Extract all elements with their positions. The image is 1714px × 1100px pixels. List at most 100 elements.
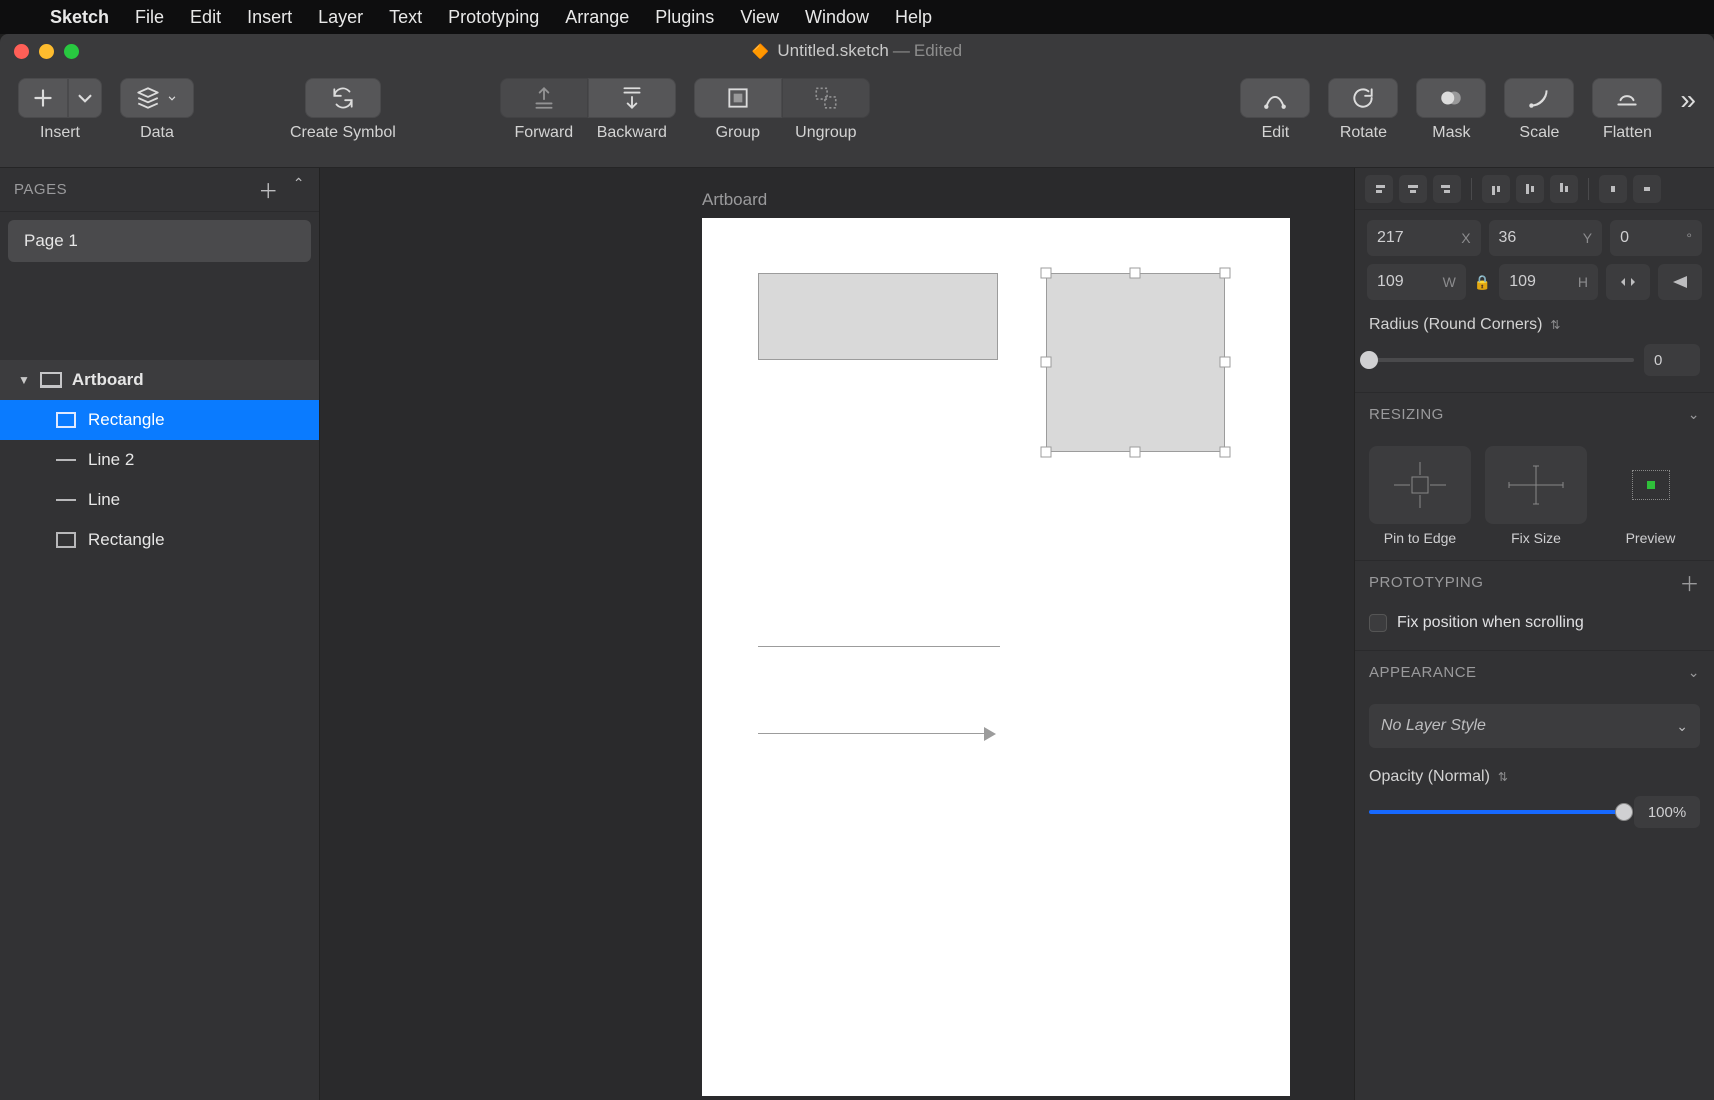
selection-handle[interactable] — [1130, 447, 1141, 458]
layer-row[interactable]: Rectangle — [0, 400, 319, 440]
menu-insert[interactable]: Insert — [247, 7, 292, 28]
menu-window[interactable]: Window — [805, 7, 869, 28]
mask-button[interactable] — [1416, 78, 1486, 118]
selection-handle[interactable] — [1220, 357, 1231, 368]
opacity-slider[interactable] — [1369, 810, 1624, 814]
selection-handle[interactable] — [1220, 268, 1231, 279]
radius-value-field[interactable]: 0 — [1644, 344, 1700, 376]
insert-button[interactable] — [18, 78, 68, 118]
layer-style-select[interactable]: No Layer Style ⌄ — [1369, 704, 1700, 748]
distribute-h-button[interactable] — [1599, 175, 1627, 203]
fix-size-button[interactable] — [1485, 446, 1587, 524]
selection-handle[interactable] — [1130, 268, 1141, 279]
align-left-button[interactable] — [1365, 175, 1393, 203]
layer-row[interactable]: Line — [0, 480, 319, 520]
minimize-window-button[interactable] — [39, 44, 54, 59]
menu-layer[interactable]: Layer — [318, 7, 363, 28]
chevron-down-icon — [72, 85, 98, 111]
layer-row[interactable]: Rectangle — [0, 520, 319, 560]
flip-horizontal-button[interactable] — [1606, 264, 1650, 300]
menu-text[interactable]: Text — [389, 7, 422, 28]
flip-vertical-button[interactable] — [1658, 264, 1702, 300]
stepper-icon[interactable]: ⇅ — [1498, 770, 1508, 784]
appearance-header-label: APPEARANCE — [1369, 664, 1477, 681]
lock-aspect-button[interactable]: 🔒 — [1474, 274, 1491, 291]
add-page-button[interactable]: ＋ — [258, 175, 279, 204]
align-right-button[interactable] — [1433, 175, 1461, 203]
canvas-line[interactable] — [758, 646, 1000, 647]
menu-help[interactable]: Help — [895, 7, 932, 28]
close-window-button[interactable] — [14, 44, 29, 59]
selection-handle[interactable] — [1041, 268, 1052, 279]
align-hcenter-button[interactable] — [1399, 175, 1427, 203]
selection-handle[interactable] — [1041, 447, 1052, 458]
position-y-field[interactable]: 36Y — [1489, 220, 1603, 256]
position-x-field[interactable]: 217X — [1367, 220, 1481, 256]
ungroup-icon — [813, 85, 839, 111]
flatten-button[interactable] — [1592, 78, 1662, 118]
align-vcenter-button[interactable] — [1516, 175, 1544, 203]
group-button[interactable] — [694, 78, 782, 118]
layer-row[interactable]: Line 2 — [0, 440, 319, 480]
mask-icon — [1438, 85, 1464, 111]
artboard-canvas-label[interactable]: Artboard — [702, 190, 767, 210]
zoom-window-button[interactable] — [64, 44, 79, 59]
window-controls — [0, 44, 79, 59]
canvas[interactable]: Artboard — [320, 168, 1354, 1100]
chevron-down-icon[interactable]: ⌄ — [1688, 406, 1700, 423]
width-field[interactable]: 109 W — [1367, 264, 1466, 300]
distribute-v-button[interactable] — [1633, 175, 1661, 203]
rotation-value: 0 — [1620, 229, 1629, 247]
w-label: W — [1443, 274, 1456, 290]
selection-handle[interactable] — [1220, 447, 1231, 458]
slider-thumb[interactable] — [1615, 803, 1633, 821]
canvas-selected-rectangle[interactable] — [1046, 273, 1225, 452]
scale-button[interactable] — [1504, 78, 1574, 118]
disclosure-triangle-icon[interactable]: ▼ — [18, 373, 30, 387]
align-top-button[interactable] — [1482, 175, 1510, 203]
radius-slider[interactable] — [1369, 358, 1634, 362]
layer-artboard-row[interactable]: ▼ Artboard — [0, 360, 319, 400]
send-backward-button[interactable] — [588, 78, 676, 118]
resizing-header-label: RESIZING — [1369, 406, 1444, 423]
slider-thumb[interactable] — [1360, 351, 1378, 369]
app-menu[interactable]: Sketch — [50, 7, 109, 28]
fix-size-label: Fix Size — [1485, 530, 1587, 546]
canvas-rectangle[interactable] — [758, 273, 998, 360]
align-bottom-button[interactable] — [1550, 175, 1578, 203]
data-button[interactable] — [120, 78, 194, 118]
rotate-button[interactable] — [1328, 78, 1398, 118]
fix-position-checkbox[interactable] — [1369, 614, 1387, 632]
opacity-value: 100% — [1648, 804, 1686, 821]
stack-icon — [135, 85, 161, 111]
h-label: H — [1578, 274, 1588, 290]
menu-view[interactable]: View — [740, 7, 779, 28]
menu-edit[interactable]: Edit — [190, 7, 221, 28]
opacity-value-field[interactable]: 100% — [1634, 796, 1700, 828]
menu-prototyping[interactable]: Prototyping — [448, 7, 539, 28]
width-value: 109 — [1377, 273, 1404, 291]
rectangle-icon — [56, 412, 76, 428]
toolbar-create-symbol-group: Create Symbol — [290, 78, 396, 142]
menu-plugins[interactable]: Plugins — [655, 7, 714, 28]
canvas-arrow-line[interactable] — [758, 733, 988, 734]
insert-label: Insert — [40, 124, 80, 142]
chevron-down-icon[interactable]: ⌄ — [1688, 664, 1700, 681]
appearance-body: No Layer Style ⌄ — [1355, 694, 1714, 768]
edit-shape-button[interactable] — [1240, 78, 1310, 118]
stepper-icon[interactable]: ⇅ — [1550, 318, 1560, 332]
insert-menu-button[interactable] — [68, 78, 102, 118]
add-prototype-button[interactable]: ＋ — [1680, 568, 1701, 597]
selection-handle[interactable] — [1041, 357, 1052, 368]
document-name: Untitled.sketch — [777, 41, 889, 61]
menu-file[interactable]: File — [135, 7, 164, 28]
collapse-pages-button[interactable]: ⌃ — [293, 175, 305, 204]
height-field[interactable]: 109H — [1499, 264, 1598, 300]
menu-arrange[interactable]: Arrange — [565, 7, 629, 28]
create-symbol-button[interactable] — [305, 78, 381, 118]
toolbar-group-group: Group Ungroup — [694, 78, 870, 142]
page-item[interactable]: Page 1 — [8, 220, 311, 262]
rotation-field[interactable]: 0° — [1610, 220, 1702, 256]
pin-to-edge-button[interactable] — [1369, 446, 1471, 524]
toolbar-overflow-button[interactable]: » — [1680, 78, 1696, 116]
